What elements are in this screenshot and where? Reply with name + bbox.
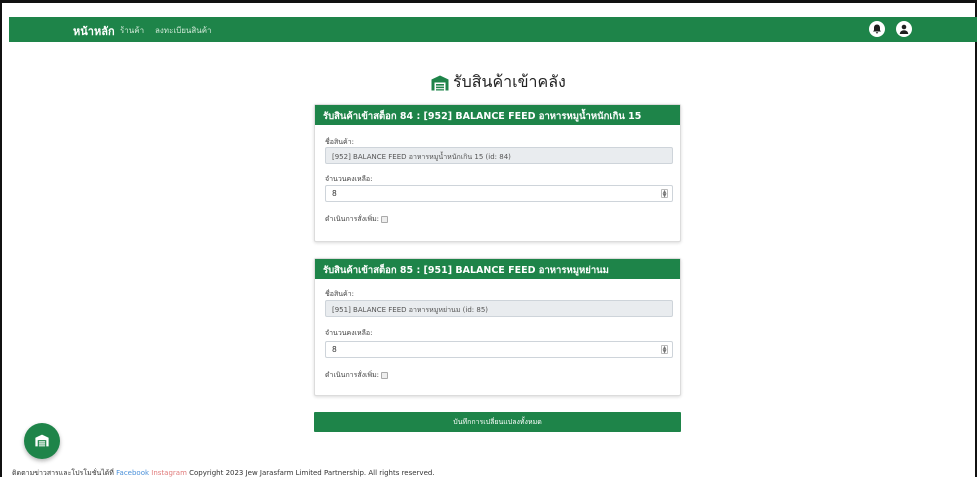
page-title: รับสินค้าเข้าคลัง (431, 70, 566, 95)
top-navbar: หน้าหลัก ร้านค้า ลงทะเบียนสินค้า (9, 17, 977, 42)
reorder-row: ดำเนินการสั่งเพิ่ม: (325, 214, 389, 225)
user-icon[interactable] (896, 21, 912, 37)
quantity-label: จำนวนคงเหลือ: (325, 329, 373, 337)
instagram-link[interactable]: Instagram (151, 469, 187, 477)
quantity-value: 8 (332, 345, 337, 354)
reorder-checkbox[interactable] (381, 372, 389, 379)
product-name-label: ชื่อสินค้า: (325, 290, 354, 298)
reorder-label: ดำเนินการสั่งเพิ่ม: (325, 371, 380, 379)
quantity-stepper[interactable]: ▲ ▼ (661, 189, 668, 199)
card-header: รับสินค้าเข้าสต็อก 84 : [952] BALANCE FE… (315, 105, 680, 125)
warehouse-icon (35, 434, 49, 447)
quantity-input[interactable]: 8 ▲ ▼ (325, 341, 673, 358)
quantity-stepper[interactable]: ▲ ▼ (661, 345, 668, 355)
reorder-label: ดำเนินการสั่งเพิ่ม: (325, 215, 380, 223)
nav-home[interactable]: หน้าหลัก (73, 22, 115, 40)
reorder-checkbox[interactable] (381, 216, 389, 223)
nav-register-product[interactable]: ลงทะเบียนสินค้า (155, 24, 212, 37)
bell-icon[interactable] (869, 21, 885, 37)
quantity-label: จำนวนคงเหลือ: (325, 175, 373, 183)
quantity-input[interactable]: 8 ▲ ▼ (325, 185, 673, 202)
reorder-row: ดำเนินการสั่งเพิ่ม: (325, 370, 389, 381)
nav-store[interactable]: ร้านค้า (120, 24, 144, 37)
product-name-field: [952] BALANCE FEED อาหารหมูน้ำหนักเกิน 1… (325, 147, 673, 164)
copyright-text: Copyright 2023 Jew Jarasfarm Limited Par… (189, 469, 435, 477)
warehouse-icon (431, 75, 449, 90)
quantity-value: 8 (332, 189, 337, 198)
page-title-text: รับสินค้าเข้าคลัง (453, 72, 566, 91)
floating-action-button[interactable] (24, 423, 60, 459)
stock-card-84: รับสินค้าเข้าสต็อก 84 : [952] BALANCE FE… (314, 104, 681, 242)
stock-card-85: รับสินค้าเข้าสต็อก 85 : [951] BALANCE FE… (314, 258, 681, 396)
footer: ติดตามข่าวสารและโปรโมชั่นได้ที่ Facebook… (12, 468, 435, 479)
footer-contact: ติดตามข่าวสารและโปรโมชั่นได้ที่ (12, 469, 117, 477)
facebook-link[interactable]: Facebook (116, 469, 149, 477)
product-name-field: [951] BALANCE FEED อาหารหมูหย่านม (id: 8… (325, 300, 673, 317)
card-header: รับสินค้าเข้าสต็อก 85 : [951] BALANCE FE… (315, 259, 680, 279)
save-all-button[interactable]: บันทึกการเปลี่ยนแปลงทั้งหมด (314, 412, 681, 432)
